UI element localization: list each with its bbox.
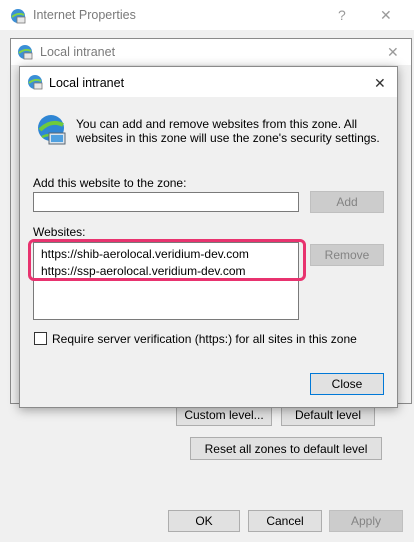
local-intranet-dialog-close-button[interactable]: ✕ bbox=[374, 76, 386, 90]
ok-button[interactable]: OK bbox=[168, 510, 240, 532]
add-button[interactable]: Add bbox=[310, 191, 384, 213]
cancel-button[interactable]: Cancel bbox=[248, 510, 322, 532]
remove-button[interactable]: Remove bbox=[310, 244, 384, 266]
apply-button[interactable]: Apply bbox=[329, 510, 403, 532]
websites-highlight-annotation bbox=[28, 239, 306, 281]
reset-all-zones-button[interactable]: Reset all zones to default level bbox=[190, 437, 382, 460]
local-intranet-parent-close-button[interactable]: ✕ bbox=[387, 45, 399, 59]
websites-label: Websites: bbox=[33, 225, 86, 239]
add-website-input[interactable] bbox=[33, 192, 299, 212]
internet-properties-titlebar: Internet Properties ? ✕ bbox=[0, 0, 414, 30]
close-button[interactable]: Close bbox=[310, 373, 384, 395]
local-intranet-dialog-title: Local intranet bbox=[49, 76, 125, 90]
internet-properties-title: Internet Properties bbox=[33, 8, 136, 22]
local-intranet-dialog-icon bbox=[28, 75, 43, 90]
local-intranet-dialog: Local intranet ✕ You can add and remove … bbox=[19, 66, 398, 408]
local-intranet-parent-title: Local intranet bbox=[40, 45, 116, 59]
internet-properties-icon bbox=[11, 9, 26, 24]
local-intranet-dialog-titlebar: Local intranet ✕ bbox=[20, 67, 397, 97]
local-intranet-parent-titlebar: Local intranet ✕ bbox=[11, 39, 411, 65]
globe-computer-icon bbox=[38, 115, 66, 145]
help-button[interactable]: ? bbox=[338, 8, 346, 22]
zone-description: You can add and remove websites from thi… bbox=[76, 117, 380, 145]
require-https-checkbox[interactable] bbox=[34, 332, 47, 345]
local-intranet-parent-icon bbox=[18, 45, 33, 60]
internet-properties-close-button[interactable]: ✕ bbox=[380, 8, 392, 22]
require-https-label: Require server verification (https:) for… bbox=[52, 332, 357, 346]
add-website-label: Add this website to the zone: bbox=[33, 176, 187, 190]
